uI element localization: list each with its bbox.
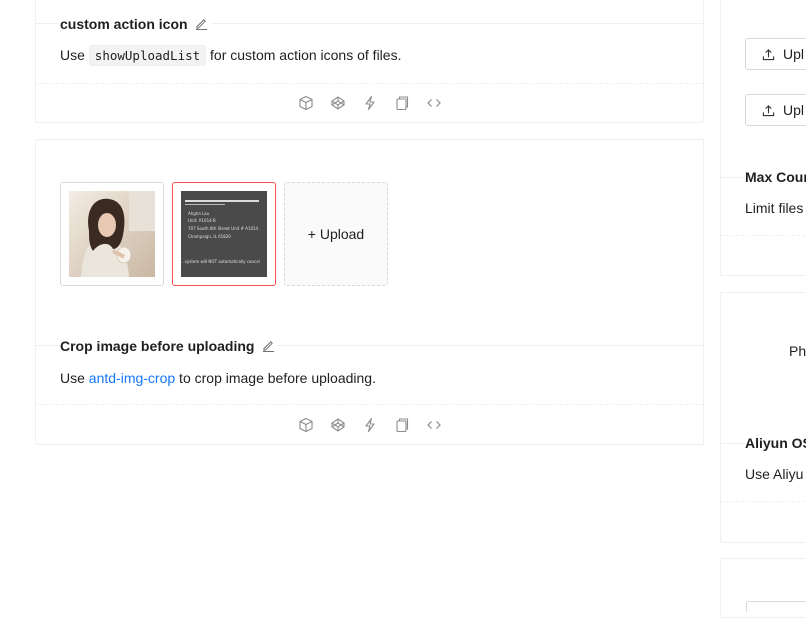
- photo-image: [69, 191, 155, 277]
- actions-divider: [721, 501, 806, 502]
- upload-button-right-2[interactable]: Upl: [745, 94, 806, 126]
- actions-divider: [36, 404, 703, 405]
- demo-card-custom-action-icon: custom action icon Use showUploadList fo…: [35, 0, 704, 123]
- document-image: Ahgha Lau Unit: A1014-B 707 South 6th St…: [181, 191, 267, 277]
- demo-actions: [36, 95, 703, 111]
- max-count-description: Limit files: [745, 200, 804, 216]
- edit-icon[interactable]: [195, 17, 208, 30]
- document-line: ...system will NOT automatically cancel: [181, 259, 260, 264]
- codesandbox-icon[interactable]: [298, 95, 314, 111]
- aliyun-oss-description: Use Aliyu: [745, 466, 804, 482]
- demo-description: Use showUploadList for custom action ico…: [60, 45, 401, 66]
- demo-description: Use antd-img-crop to crop image before u…: [60, 370, 376, 386]
- upload-button-right-3[interactable]: [746, 601, 806, 612]
- codepen-icon[interactable]: [330, 95, 346, 111]
- thunderbolt-icon[interactable]: [362, 417, 378, 433]
- thunderbolt-icon[interactable]: [362, 95, 378, 111]
- code-show-upload-list: showUploadList: [88, 45, 207, 66]
- code-expand-icon[interactable]: [426, 417, 442, 433]
- demo-card-crop-image: Ahgha Lau Unit: A1014-B 707 South 6th St…: [35, 139, 704, 445]
- upload-icon: [762, 104, 775, 116]
- right-demo-card-2: [720, 292, 806, 543]
- aliyun-oss-title: Aliyun OS: [745, 435, 806, 451]
- code-expand-icon[interactable]: [426, 95, 442, 111]
- codepen-icon[interactable]: [330, 417, 346, 433]
- codesandbox-icon[interactable]: [298, 417, 314, 433]
- document-line: Champaign, IL 61820: [188, 234, 231, 239]
- document-line: Ahgha Lau: [188, 211, 210, 216]
- actions-divider: [36, 83, 703, 84]
- photo-label: Ph: [789, 343, 806, 359]
- actions-divider: [721, 235, 806, 236]
- uploaded-image-thumbnail[interactable]: [60, 182, 164, 286]
- upload-button[interactable]: + Upload: [284, 182, 388, 286]
- document-line: 707 South 6th Street Unit # A1014: [188, 226, 259, 231]
- upload-icon: [762, 48, 775, 60]
- document-line: Unit: A1014-B: [188, 218, 216, 223]
- demo-actions: [36, 417, 703, 433]
- right-demo-card-3: [720, 558, 806, 618]
- upload-button-right-1[interactable]: Upl: [745, 38, 806, 70]
- antd-img-crop-link[interactable]: antd-img-crop: [89, 370, 175, 386]
- copy-icon[interactable]: [394, 417, 410, 433]
- edit-icon[interactable]: [262, 339, 275, 352]
- max-count-title: Max Coun: [745, 169, 806, 185]
- copy-icon[interactable]: [394, 95, 410, 111]
- demo-title: custom action icon: [60, 16, 213, 32]
- uploaded-document-thumbnail-error[interactable]: Ahgha Lau Unit: A1014-B 707 South 6th St…: [172, 182, 276, 286]
- demo-title: Crop image before uploading: [60, 338, 280, 354]
